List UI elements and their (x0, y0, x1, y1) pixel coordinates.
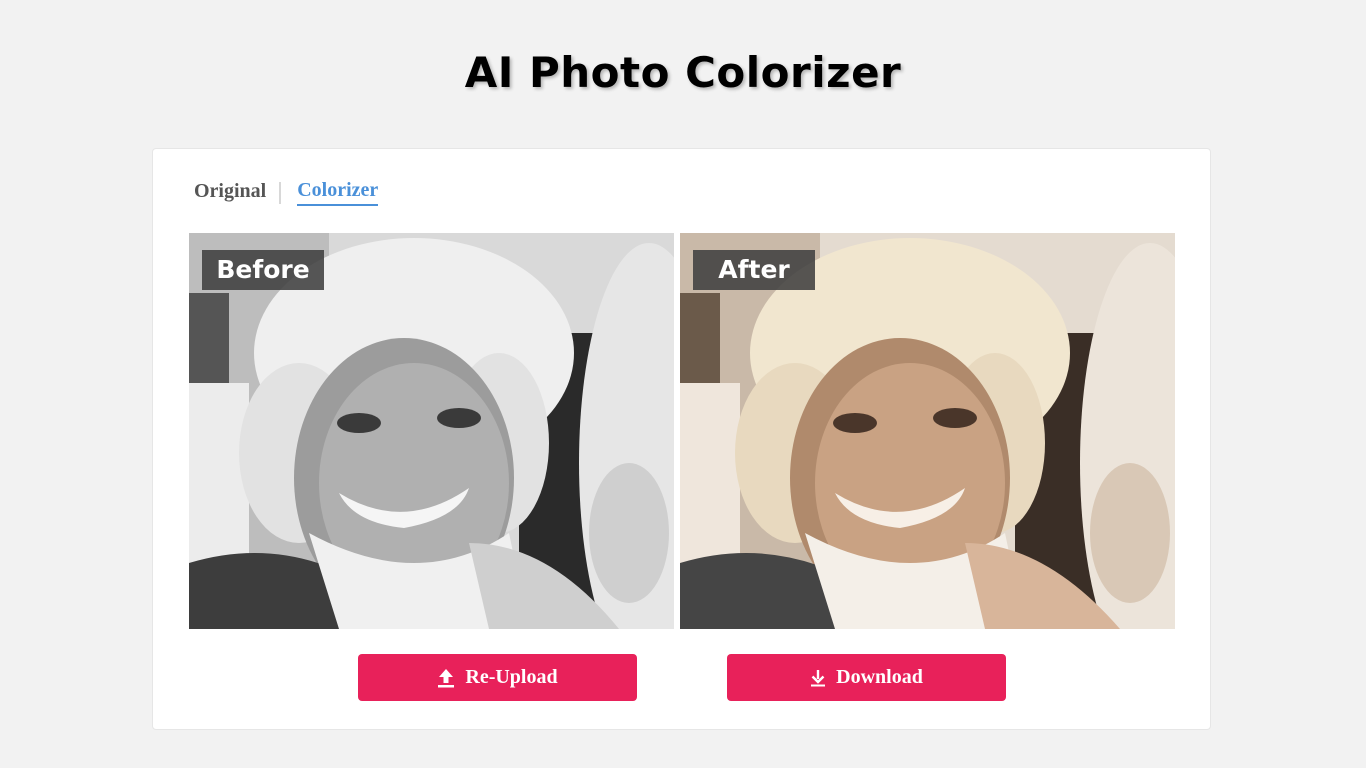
download-icon (810, 669, 826, 687)
page-title: AI Photo Colorizer (464, 48, 902, 97)
tab-original[interactable]: Original (194, 180, 266, 205)
reupload-label: Re-Upload (465, 666, 558, 688)
download-button[interactable]: Download (727, 654, 1006, 701)
reupload-button[interactable]: Re-Upload (358, 654, 637, 701)
upload-icon (437, 668, 455, 688)
tab-colorizer[interactable]: Colorizer (297, 179, 379, 206)
download-label: Download (836, 666, 923, 688)
colorizer-card: Original Colorizer Before After Re-Uploa… (152, 148, 1211, 730)
tab-divider (279, 181, 282, 204)
view-tabs: Original Colorizer (194, 179, 379, 206)
after-portrait-image (680, 233, 1175, 629)
before-label: Before (202, 250, 324, 290)
after-label: After (693, 250, 815, 290)
after-photo: After (680, 233, 1175, 629)
before-portrait-image (189, 233, 674, 629)
before-photo: Before (189, 233, 674, 629)
